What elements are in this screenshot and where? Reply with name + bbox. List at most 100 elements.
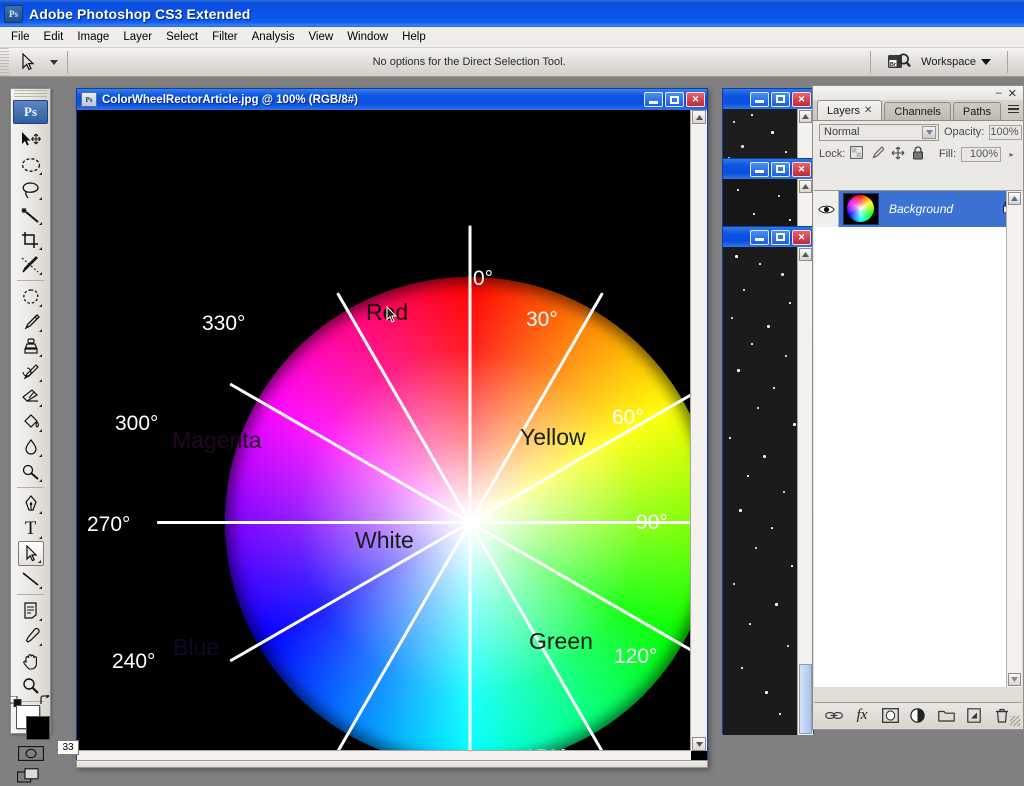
menu-item-window[interactable]: Window xyxy=(340,29,395,45)
close-icon[interactable]: ✕ xyxy=(864,105,872,116)
chain-link-icon[interactable] xyxy=(825,707,843,725)
toolbox-logo[interactable]: Ps xyxy=(13,100,48,124)
scroll-thumb[interactable] xyxy=(799,664,812,734)
menu-item-image[interactable]: Image xyxy=(70,29,116,45)
ellipse-marquee-icon[interactable] xyxy=(18,152,44,177)
magic-wand-icon[interactable] xyxy=(18,202,44,227)
paintbrush-icon[interactable] xyxy=(18,309,44,334)
paint-bucket-icon[interactable] xyxy=(18,409,44,434)
quick-mask-icon[interactable] xyxy=(16,745,46,762)
minimize-button[interactable] xyxy=(750,91,769,107)
fill-slider-arrow-icon[interactable]: ▸ xyxy=(1006,148,1017,161)
bg-window-3-scrollbar[interactable] xyxy=(797,247,813,735)
mask-circle-icon[interactable] xyxy=(881,707,899,725)
star-field-document-2[interactable]: ✕ xyxy=(722,158,814,231)
folder-icon[interactable] xyxy=(937,707,955,725)
panel-resize-grip[interactable] xyxy=(1010,716,1020,726)
crop-icon[interactable] xyxy=(18,227,44,252)
lock-image-pixels-icon[interactable] xyxy=(870,146,886,162)
minimize-button[interactable] xyxy=(750,229,769,245)
tab-paths[interactable]: Paths xyxy=(952,102,1002,120)
lock-position-icon[interactable] xyxy=(891,146,905,163)
menu-item-view[interactable]: View xyxy=(301,29,340,45)
bg-window-1-title-bar[interactable]: ✕ xyxy=(723,89,813,109)
menu-item-help[interactable]: Help xyxy=(395,29,433,45)
star-field-document-1[interactable]: ✕ xyxy=(722,88,814,169)
document-vertical-scrollbar[interactable] xyxy=(690,110,707,751)
eyedropper-icon[interactable] xyxy=(18,623,44,648)
layers-list[interactable]: Background xyxy=(814,190,1022,687)
zoom-level-field[interactable]: 33 xyxy=(57,740,79,755)
blend-mode-select[interactable]: Normal xyxy=(819,123,939,141)
direct-selection-arrow-icon[interactable] xyxy=(12,50,44,74)
scroll-up-icon[interactable] xyxy=(799,180,812,193)
scroll-up-icon[interactable] xyxy=(1008,192,1021,205)
menu-item-select[interactable]: Select xyxy=(159,29,205,45)
minimize-button[interactable] xyxy=(644,92,663,107)
options-bar-grip[interactable] xyxy=(0,47,9,77)
half-filled-circle-icon[interactable] xyxy=(909,707,927,725)
close-button[interactable]: ✕ xyxy=(792,91,811,107)
go-to-bridge-icon[interactable]: Br xyxy=(887,52,912,72)
slice-knife-icon[interactable] xyxy=(18,252,44,277)
menu-item-layer[interactable]: Layer xyxy=(116,29,159,45)
dodge-burn-icon[interactable] xyxy=(18,459,44,484)
waterdrop-blur-icon[interactable] xyxy=(18,434,44,459)
hand-icon[interactable] xyxy=(18,648,44,673)
trash-icon[interactable] xyxy=(993,707,1011,725)
layers-list-scrollbar[interactable] xyxy=(1006,191,1022,687)
bg-window-2-title-bar[interactable]: ✕ xyxy=(723,159,813,179)
screen-mode-icon[interactable] xyxy=(14,766,48,786)
bg-window-3-title-bar[interactable]: ✕ xyxy=(723,227,813,247)
swap-colors-icon[interactable] xyxy=(38,693,52,712)
background-color-swatch[interactable] xyxy=(25,716,50,740)
palette-menu-icon[interactable] xyxy=(1003,102,1019,116)
eraser-icon[interactable] xyxy=(18,384,44,409)
tab-channels[interactable]: Channels xyxy=(884,102,951,120)
lock-all-icon[interactable] xyxy=(912,145,924,163)
close-button[interactable]: ✕ xyxy=(792,229,811,245)
close-button[interactable]: ✕ xyxy=(792,161,811,177)
fill-field[interactable]: 100% xyxy=(961,146,1001,162)
opacity-field[interactable]: 100% xyxy=(989,124,1022,140)
notes-page-icon[interactable] xyxy=(18,598,44,623)
bg-window-2-scrollbar[interactable] xyxy=(797,179,813,231)
lock-transparent-pixels-icon[interactable] xyxy=(850,146,864,162)
toolbox-grip[interactable] xyxy=(14,90,47,99)
clone-stamp-icon[interactable] xyxy=(18,334,44,359)
move-arrow-cross-icon[interactable] xyxy=(18,127,44,152)
layer-visibility-toggle[interactable] xyxy=(814,191,839,227)
fx-icon[interactable]: fx xyxy=(853,707,871,725)
tab-layers[interactable]: Layers ✕ xyxy=(817,100,883,120)
maximize-button[interactable] xyxy=(665,92,684,107)
direct-selection-arrow-icon[interactable] xyxy=(17,541,44,566)
palette-close-icon[interactable]: ✕ xyxy=(1008,87,1017,100)
menu-item-analysis[interactable]: Analysis xyxy=(245,29,302,45)
maximize-button[interactable] xyxy=(771,229,790,245)
line-shape-icon[interactable] xyxy=(18,566,44,591)
scroll-up-icon[interactable] xyxy=(799,110,812,123)
scroll-up-icon[interactable] xyxy=(799,248,812,261)
palette-minimize-icon[interactable]: – xyxy=(996,87,1002,99)
maximize-button[interactable] xyxy=(771,91,790,107)
menu-item-file[interactable]: File xyxy=(4,29,37,45)
menu-item-edit[interactable]: Edit xyxy=(37,29,71,45)
healing-patch-icon[interactable] xyxy=(18,284,44,309)
new-page-icon[interactable] xyxy=(965,707,983,725)
lasso-icon[interactable] xyxy=(18,177,44,202)
scroll-down-icon[interactable] xyxy=(692,737,706,751)
workspace-menu[interactable]: Workspace xyxy=(921,56,991,68)
color-wheel-thumbnail[interactable] xyxy=(843,193,879,225)
chevron-down-icon[interactable] xyxy=(922,125,936,139)
type-T-icon[interactable]: T xyxy=(18,516,44,541)
document-canvas[interactable]: 0° 30° 60° 90° 120° 150° 180° 210° 240° … xyxy=(77,110,707,767)
scroll-up-icon[interactable] xyxy=(692,110,706,124)
history-brush-icon[interactable] xyxy=(18,359,44,384)
close-button[interactable]: ✕ xyxy=(686,92,705,107)
minimize-button[interactable] xyxy=(750,161,769,177)
menu-item-filter[interactable]: Filter xyxy=(205,29,245,45)
document-title-bar[interactable]: Ps ColorWheelRectorArticle.jpg @ 100% (R… xyxy=(77,89,707,110)
layer-name[interactable]: Background xyxy=(889,202,1002,216)
tool-preset-dropdown[interactable] xyxy=(47,50,61,74)
maximize-button[interactable] xyxy=(771,161,790,177)
